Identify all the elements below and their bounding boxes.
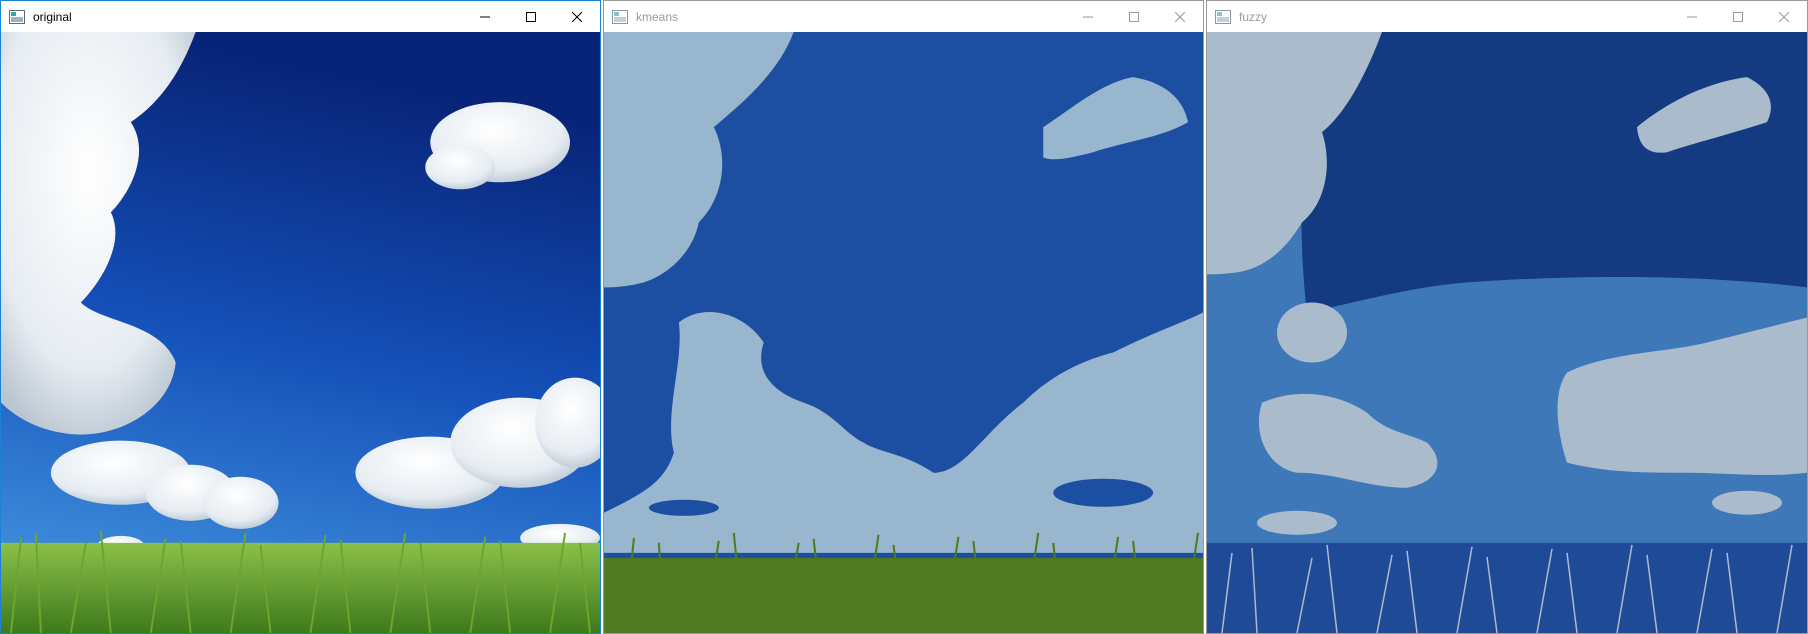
minimize-button[interactable] <box>1065 1 1111 32</box>
opencv-window-icon <box>612 9 628 24</box>
maximize-icon <box>526 11 536 22</box>
window-original[interactable]: original <box>0 0 601 634</box>
opencv-window-icon <box>9 9 25 24</box>
close-button[interactable] <box>1157 1 1203 32</box>
close-button[interactable] <box>1761 1 1807 32</box>
minimize-button[interactable] <box>1669 1 1715 32</box>
maximize-button[interactable] <box>1715 1 1761 32</box>
maximize-icon <box>1733 11 1743 22</box>
titlebar[interactable]: original <box>1 1 600 32</box>
close-icon <box>1779 11 1789 22</box>
titlebar[interactable]: kmeans <box>604 1 1203 32</box>
minimize-icon <box>1687 16 1697 17</box>
image-fuzzy <box>1207 32 1807 633</box>
maximize-icon <box>1129 11 1139 22</box>
close-button[interactable] <box>554 1 600 32</box>
maximize-button[interactable] <box>1111 1 1157 32</box>
minimize-icon <box>1083 16 1093 17</box>
image-original <box>1 32 600 633</box>
grass <box>1 542 600 633</box>
titlebar[interactable]: fuzzy <box>1207 1 1807 32</box>
minimize-icon <box>480 16 490 17</box>
dark-sky-segment <box>1301 32 1807 313</box>
minimize-button[interactable] <box>462 1 508 32</box>
window-kmeans[interactable]: kmeans <box>603 0 1204 634</box>
close-icon <box>572 11 582 22</box>
close-icon <box>1175 11 1185 22</box>
grass-segment <box>1207 542 1807 633</box>
window-title: original <box>33 9 72 24</box>
image-kmeans <box>604 32 1203 633</box>
maximize-button[interactable] <box>508 1 554 32</box>
window-title: kmeans <box>636 9 679 24</box>
window-title: fuzzy <box>1239 9 1268 24</box>
opencv-window-icon <box>1215 9 1231 24</box>
window-fuzzy[interactable]: fuzzy <box>1206 0 1808 634</box>
